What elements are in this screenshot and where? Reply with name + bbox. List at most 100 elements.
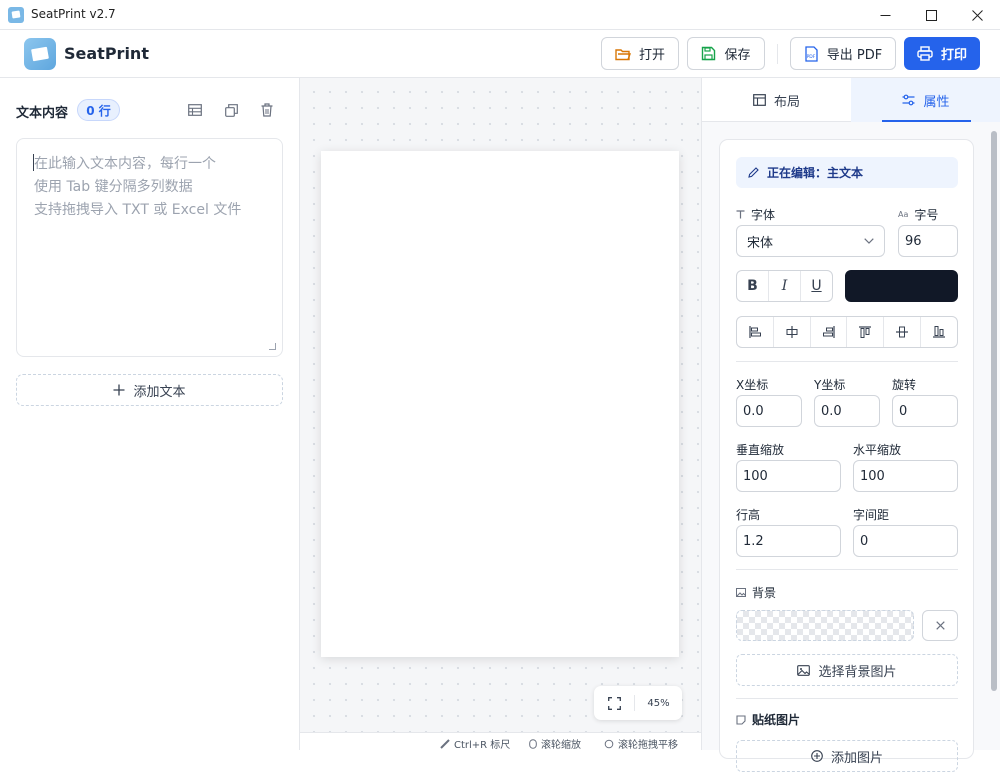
close-window-button[interactable] xyxy=(954,0,1000,30)
print-button[interactable]: 打印 xyxy=(904,37,980,70)
italic-button[interactable]: I xyxy=(768,271,800,301)
save-button[interactable]: 保存 xyxy=(687,37,765,70)
text-content-panel: 文本内容 0 行 在此输入文本内容，每行一个 使用 Tab 键分隔多列数据 支持… xyxy=(0,78,300,750)
export-pdf-label: 导出 PDF xyxy=(826,48,883,63)
zoom-control: 45% xyxy=(594,686,682,720)
align-center-h-icon xyxy=(786,326,798,338)
open-button[interactable]: 打开 xyxy=(601,37,679,70)
font-select-value: 宋体 xyxy=(747,235,774,251)
align-middle-button[interactable] xyxy=(883,317,920,347)
align-bottom-icon xyxy=(933,326,946,338)
image-icon xyxy=(797,664,811,676)
add-sticker-label: 添加图片 xyxy=(830,750,883,766)
close-icon xyxy=(935,621,945,630)
align-left-icon xyxy=(749,326,761,338)
zoom-level[interactable]: 45% xyxy=(635,698,682,709)
y-input[interactable]: 0.0 xyxy=(814,395,880,427)
plus-circle-icon xyxy=(811,750,823,762)
font-size-label-text: 字号 xyxy=(914,208,939,222)
tab-properties[interactable]: 属性 xyxy=(851,78,1000,122)
save-icon xyxy=(702,46,716,61)
editing-banner: 正在编辑：主文本 xyxy=(736,157,958,188)
wheel-pan-hint-text: 滚轮拖拽平移 xyxy=(618,740,678,751)
placeholder-line-3: 支持拖拽导入 TXT 或 Excel 文件 xyxy=(34,202,242,218)
save-label: 保存 xyxy=(724,48,751,63)
align-center-h-button[interactable] xyxy=(772,317,810,347)
sidebar-scrollbar[interactable] xyxy=(991,131,997,691)
x-label: X坐标 xyxy=(736,378,769,392)
underline-button[interactable]: U xyxy=(800,271,832,301)
font-label-text: 字体 xyxy=(751,208,776,222)
background-preview xyxy=(736,610,914,641)
align-left-button[interactable] xyxy=(737,317,773,347)
fullscreen-icon xyxy=(607,696,621,710)
header-divider xyxy=(777,44,778,64)
align-right-button[interactable] xyxy=(809,317,847,347)
align-bottom-button[interactable] xyxy=(920,317,957,347)
rotate-label: 旋转 xyxy=(892,378,917,392)
maximize-icon xyxy=(925,9,937,21)
title-bar: SeatPrint v2.7 xyxy=(0,0,1000,30)
background-label-text: 背景 xyxy=(752,586,777,600)
open-label: 打开 xyxy=(638,48,665,63)
text-type-icon xyxy=(736,210,745,219)
trash-icon xyxy=(261,103,273,117)
delete-button[interactable] xyxy=(258,101,276,119)
add-sticker-button[interactable]: 添加图片 xyxy=(736,740,958,772)
properties-sidebar: 布局 属性 正在编辑：主文本 字体 宋体 Aa 字号 96 B I U X坐标 … xyxy=(701,78,1000,772)
clear-background-button[interactable] xyxy=(922,610,958,641)
line-height-input[interactable]: 1.2 xyxy=(736,525,841,557)
letter-spacing-input[interactable]: 0 xyxy=(853,525,958,557)
fit-screen-button[interactable] xyxy=(594,696,634,710)
sticker-icon xyxy=(736,714,746,725)
align-right-icon xyxy=(822,326,835,338)
canvas-area[interactable]: 45% xyxy=(300,78,701,732)
tab-layout-label: 布局 xyxy=(773,94,800,110)
status-bar: Ctrl+R 标尺 滚轮缩放 滚轮拖拽平移 xyxy=(300,732,701,751)
active-tab-indicator xyxy=(882,120,971,122)
text-input-area[interactable]: 在此输入文本内容，每行一个 使用 Tab 键分隔多列数据 支持拖拽导入 TXT … xyxy=(16,138,283,357)
wheel-pan-hint: 滚轮拖拽平移 xyxy=(604,736,678,751)
layout-icon xyxy=(753,94,766,106)
export-pdf-button[interactable]: PDF 导出 PDF xyxy=(790,37,896,70)
wheel-zoom-hint-text: 滚轮缩放 xyxy=(541,740,581,751)
chevron-down-icon xyxy=(864,238,874,244)
text-style-group: B I U xyxy=(736,270,833,302)
copy-button[interactable] xyxy=(222,101,240,119)
sidebar-tabs: 布局 属性 xyxy=(702,78,1000,122)
print-label: 打印 xyxy=(940,48,967,63)
minimize-button[interactable] xyxy=(862,0,908,30)
font-size-label: Aa 字号 xyxy=(898,206,938,223)
font-size-input[interactable]: 96 xyxy=(898,225,958,257)
pdf-file-icon: PDF xyxy=(805,45,818,62)
image-icon xyxy=(736,588,746,597)
tab-properties-label: 属性 xyxy=(923,94,950,110)
x-input[interactable]: 0.0 xyxy=(736,395,802,427)
ruler-icon xyxy=(440,738,450,749)
brand-name: SeatPrint xyxy=(64,44,149,63)
hscale-label: 水平缩放 xyxy=(853,443,902,457)
print-page[interactable] xyxy=(321,151,679,657)
tab-layout[interactable]: 布局 xyxy=(702,78,851,122)
add-text-button[interactable]: 添加文本 xyxy=(16,374,283,406)
properties-card: 正在编辑：主文本 字体 宋体 Aa 字号 96 B I U X坐标 0.0 Y坐… xyxy=(719,139,974,772)
ruler-hint-text: Ctrl+R 标尺 xyxy=(454,740,511,751)
align-top-button[interactable] xyxy=(846,317,883,347)
font-label: 字体 xyxy=(736,206,775,223)
bold-button[interactable]: B xyxy=(737,271,768,301)
resize-handle[interactable] xyxy=(269,343,276,350)
select-background-button[interactable]: 选择背景图片 xyxy=(736,654,958,686)
add-text-label: 添加文本 xyxy=(133,384,186,400)
section-divider xyxy=(736,698,958,699)
text-color-swatch[interactable] xyxy=(845,270,958,302)
font-select[interactable]: 宋体 xyxy=(736,225,885,257)
pencil-icon xyxy=(748,167,759,178)
rotate-input[interactable]: 0 xyxy=(892,395,958,427)
maximize-button[interactable] xyxy=(908,0,954,30)
table-view-button[interactable] xyxy=(186,101,204,119)
pan-icon xyxy=(604,739,614,748)
vscale-input[interactable]: 100 xyxy=(736,460,841,492)
app-logo xyxy=(24,38,56,70)
sliders-icon xyxy=(902,94,915,106)
hscale-input[interactable]: 100 xyxy=(853,460,958,492)
